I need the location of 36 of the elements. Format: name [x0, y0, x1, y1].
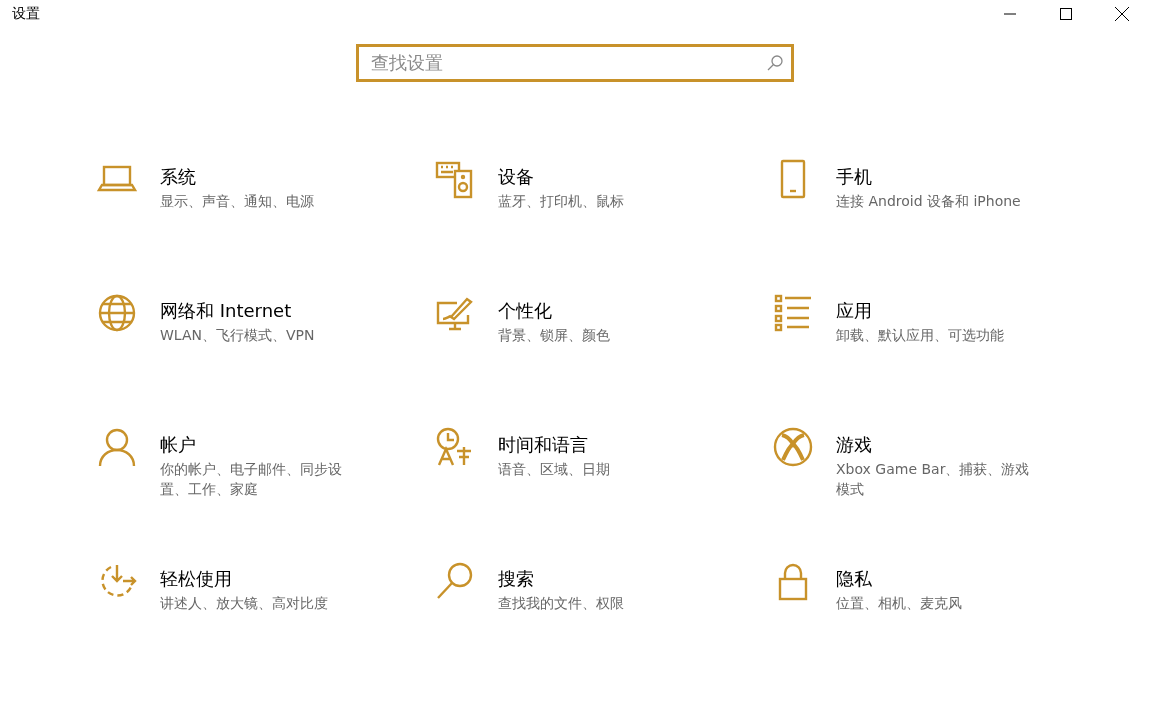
- category-description: 位置、相机、麦克风: [836, 594, 962, 613]
- category-title[interactable]: 设备: [498, 166, 624, 188]
- category-title[interactable]: 轻松使用: [160, 568, 328, 590]
- category-title[interactable]: 网络和 Internet: [160, 300, 315, 322]
- category-description: 查找我的文件、权限: [498, 594, 624, 613]
- search-box[interactable]: 查找设置: [356, 44, 794, 82]
- category-title[interactable]: 手机: [836, 166, 1021, 188]
- category-description: 背景、锁屏、颜色: [498, 326, 610, 345]
- globe-icon: [97, 293, 137, 333]
- category-description: 蓝牙、打印机、鼠标: [498, 192, 624, 211]
- category-title[interactable]: 帐户: [160, 434, 364, 456]
- circle-x-icon: [773, 427, 813, 467]
- close-icon: [1115, 7, 1129, 21]
- category-description: 讲述人、放大镜、高对比度: [160, 594, 328, 613]
- keyboard-speaker-icon: [435, 159, 475, 199]
- category-title[interactable]: 个性化: [498, 300, 610, 322]
- category-title[interactable]: 游戏: [836, 434, 1040, 456]
- category-title[interactable]: 搜索: [498, 568, 624, 590]
- window-title: 设置: [12, 5, 40, 23]
- category-description: 连接 Android 设备和 iPhone: [836, 192, 1021, 211]
- category-description: 你的帐户、电子邮件、同步设置、工作、家庭: [160, 460, 343, 499]
- search-icon: [767, 55, 783, 71]
- category-description: Xbox Game Bar、捕获、游戏模式: [836, 460, 1031, 499]
- category-title[interactable]: 应用: [836, 300, 1004, 322]
- category-description: 语音、区域、日期: [498, 460, 610, 479]
- category-description: 卸载、默认应用、可选功能: [836, 326, 1004, 345]
- person-icon: [97, 427, 137, 467]
- category-title[interactable]: 隐私: [836, 568, 962, 590]
- category-description: 显示、声音、通知、电源: [160, 192, 314, 211]
- search-field[interactable]: 查找设置: [371, 52, 767, 74]
- maximize-icon: [1060, 8, 1072, 20]
- search-icon: [435, 561, 475, 601]
- list-icon: [773, 293, 813, 333]
- category-title[interactable]: 时间和语言: [498, 434, 610, 456]
- category-description: WLAN、飞行模式、VPN: [160, 326, 315, 345]
- category-title[interactable]: 系统: [160, 166, 314, 188]
